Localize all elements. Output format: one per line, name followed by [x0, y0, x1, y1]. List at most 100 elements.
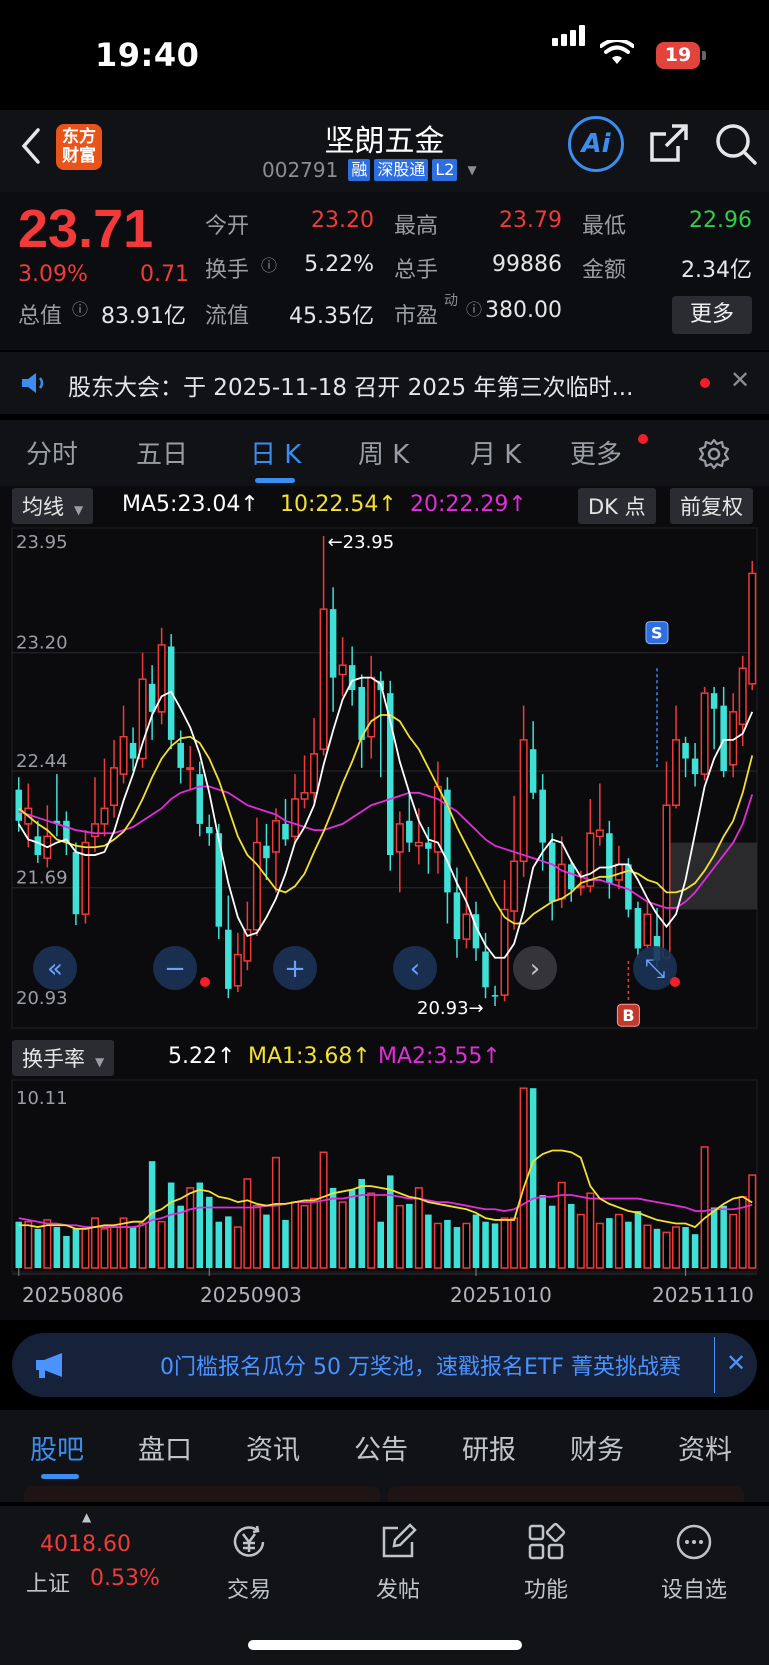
turnover-bar [472, 1214, 480, 1268]
turnover-bar [310, 1197, 319, 1269]
tab-weekly-k[interactable]: 周 K [358, 434, 409, 471]
turnover-bar [682, 1227, 689, 1268]
search-icon[interactable] [714, 122, 758, 166]
more-button[interactable]: 更多 [672, 296, 752, 334]
pe-value: 380.00 [485, 298, 562, 323]
price-tick-label: 21.69 [16, 868, 68, 889]
adjust-price-button[interactable]: 前复权 [670, 488, 753, 524]
fast-rewind-icon[interactable]: « [33, 946, 77, 990]
turnover-bar [634, 1211, 642, 1268]
more-dots-icon [676, 1524, 712, 1560]
tab-financials[interactable]: 财务 [570, 1428, 624, 1467]
info-icon[interactable]: ⓘ [72, 296, 88, 320]
turnover-bar [319, 1151, 328, 1269]
turnover-bar [43, 1219, 52, 1269]
candle-body [710, 693, 718, 709]
date-label: 20251110 [652, 1283, 754, 1307]
date-label: 20250806 [22, 1283, 124, 1307]
turnover-max-label: 10.11 [16, 1088, 68, 1109]
tab-news[interactable]: 资讯 [246, 1428, 300, 1467]
quote-panel: 23.71 3.09% 0.71 今开 23.20 最高 23.79 最低 22… [0, 192, 769, 350]
candle-body [586, 832, 595, 887]
tab-forum[interactable]: 股吧 [30, 1428, 84, 1467]
candle-body [662, 804, 671, 959]
candle-body [482, 951, 489, 988]
candle-body [453, 892, 461, 940]
turnover-bar [720, 1205, 727, 1268]
tab-daily-k[interactable]: 日 K [250, 434, 301, 471]
card-placeholder [388, 1486, 744, 1502]
candle-body [425, 842, 432, 849]
tab-five-day[interactable]: 五日 [136, 434, 188, 471]
high-marker: ←23.95 [328, 532, 395, 553]
mktcap-value: 83.91亿 [101, 304, 186, 329]
sub-indicator-selector[interactable]: 换手率 ▼ [12, 1040, 115, 1076]
candle-body [15, 789, 23, 821]
gear-icon[interactable] [698, 438, 730, 470]
close-icon[interactable]: ✕ [730, 366, 750, 394]
nav-functions[interactable]: 功能 [496, 1522, 596, 1604]
announcement-bar[interactable]: 股东大会：于 2025-11-18 召开 2025 年第三次临时... ✕ [0, 352, 769, 414]
kline-chart-area[interactable]: 均线 ▼ MA5:23.04↑ 10:22.54↑ 20:22.29↑ DK 点 … [0, 486, 769, 1320]
scroll-right-icon[interactable]: › [513, 946, 557, 990]
zoom-in-icon[interactable]: + [273, 946, 317, 990]
turnover-bar [491, 1223, 499, 1268]
turnover-bar [243, 1178, 252, 1269]
change-percent: 3.09% [18, 262, 88, 287]
turnover-chart[interactable]: 10.11 20250806 20250903 20251010 20251110 [0, 1078, 769, 1320]
high-value: 23.79 [499, 208, 562, 233]
nav-watchlist[interactable]: 设自选 [644, 1522, 744, 1604]
indicator-selector-label: 均线 [22, 495, 64, 519]
scroll-left-icon[interactable]: ‹ [393, 946, 437, 990]
tab-intraday[interactable]: 分时 [26, 434, 78, 471]
tab-more[interactable]: 更多 [570, 434, 622, 471]
candle-body [748, 572, 757, 685]
dk-point-button[interactable]: DK 点 [578, 488, 656, 524]
promo-banner[interactable]: 0门槛报名瓜分 50 万奖池，速戳报名ETF 菁英挑战赛 ✕ [12, 1333, 757, 1397]
indicator-selector[interactable]: 均线 ▼ [12, 488, 94, 524]
index-value[interactable]: 4018.60 [40, 1532, 131, 1557]
turnover-bar [519, 1087, 528, 1269]
turnover-bar [15, 1221, 23, 1268]
ai-assistant-button[interactable]: Ai [568, 116, 624, 172]
last-price: 23.71 [18, 199, 154, 259]
turnover-bar [215, 1221, 223, 1268]
stock-subline[interactable]: 002791 融 深股通 L2 ▼ [262, 158, 477, 182]
turnover-bar [433, 1222, 442, 1269]
info-icon[interactable]: ⓘ [261, 252, 277, 276]
megaphone-icon [36, 1353, 62, 1378]
tab-profile[interactable]: 资料 [678, 1428, 732, 1467]
tag-margin: 融 [348, 159, 371, 181]
candle-body [233, 953, 242, 987]
tab-announcements[interactable]: 公告 [354, 1428, 408, 1467]
control-glyph: + [284, 954, 306, 984]
candlestick-chart[interactable]: 23.95 23.20 22.44 21.69 20.93 ←23.95 20.93→ S B «… [0, 526, 769, 1036]
turnover-bar [110, 1226, 119, 1269]
nav-post[interactable]: 发帖 [348, 1522, 448, 1604]
tab-research[interactable]: 研报 [462, 1428, 516, 1467]
share-icon[interactable] [648, 122, 690, 164]
zoom-out-icon[interactable]: − [153, 946, 197, 990]
candle-body [338, 664, 347, 676]
candle-body [34, 836, 42, 856]
tag-l2: L2 [432, 159, 458, 181]
promo-text: 0门槛报名瓜分 50 万奖池，速戳报名ETF 菁英挑战赛 [160, 1355, 681, 1380]
nav-trade[interactable]: 交易 [199, 1522, 299, 1604]
low-label: 最低 [582, 214, 627, 239]
tab-orderbook[interactable]: 盘口 [138, 1428, 192, 1467]
tab-monthly-k[interactable]: 月 K [470, 434, 521, 471]
turnover-bar [358, 1178, 365, 1268]
turnover-bar [90, 1217, 99, 1269]
turnover-bar [196, 1182, 204, 1268]
turnover-bar [119, 1217, 128, 1269]
pe-superscript: 动 [444, 293, 458, 309]
turnover-bar [186, 1187, 195, 1269]
turnover-bar [282, 1219, 289, 1268]
close-icon[interactable]: ✕ [726, 1349, 746, 1377]
float-label: 流值 [205, 304, 250, 329]
candle-body [300, 792, 309, 800]
candle-body [643, 913, 652, 947]
candle-body [206, 827, 213, 834]
candle-body [129, 742, 137, 759]
candle-body [519, 739, 528, 863]
